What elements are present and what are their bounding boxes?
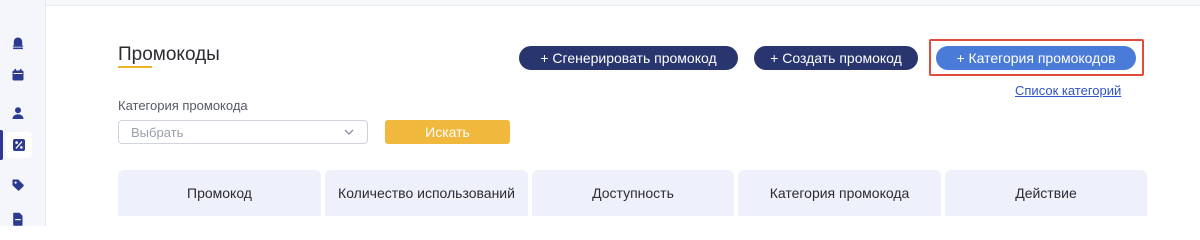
column-header-promocode: Промокод — [118, 170, 321, 216]
calendar-icon[interactable] — [9, 66, 27, 84]
column-header-usage-count: Количество использований — [325, 170, 528, 216]
user-icon[interactable] — [9, 104, 27, 122]
column-header-action: Действие — [945, 170, 1147, 216]
search-button[interactable]: Искать — [385, 120, 510, 144]
percent-icon[interactable] — [6, 132, 32, 158]
generate-promocode-button[interactable]: + Сгенерировать промокод — [519, 46, 738, 70]
active-indicator — [0, 130, 3, 160]
top-bar — [46, 0, 1200, 6]
column-header-availability: Доступность — [532, 170, 734, 216]
tag-icon[interactable] — [9, 176, 27, 194]
bell-icon[interactable] — [9, 34, 27, 52]
sidebar — [0, 0, 46, 226]
document-icon[interactable] — [9, 210, 27, 228]
select-placeholder: Выбрать — [131, 124, 184, 140]
category-filter-label: Категория промокода — [118, 98, 248, 113]
create-promocode-button[interactable]: + Создать промокод — [754, 46, 918, 70]
title-underline — [118, 66, 152, 68]
column-header-category: Категория промокода — [738, 170, 941, 216]
chevron-down-icon — [344, 129, 354, 135]
page-title: Промокоды — [118, 44, 220, 65]
category-list-link[interactable]: Список категорий — [1015, 83, 1121, 98]
category-select[interactable]: Выбрать — [118, 120, 368, 144]
add-category-button[interactable]: + Категория промокодов — [936, 46, 1136, 70]
